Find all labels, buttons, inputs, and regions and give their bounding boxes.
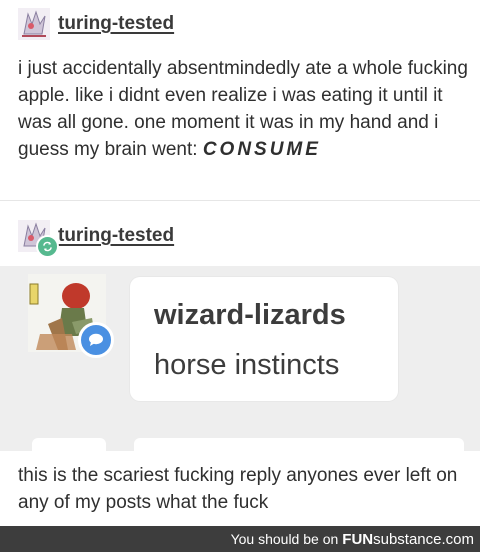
post-divider bbox=[0, 200, 480, 201]
reply-card: wizard-lizards horse instincts bbox=[130, 277, 398, 401]
chat-bubble-icon bbox=[78, 322, 114, 358]
footer-brand-bold: FUN bbox=[342, 530, 374, 548]
post-header: turing-tested bbox=[18, 8, 174, 40]
watermark-footer: You should be on FUN substance.com bbox=[0, 526, 480, 552]
reblog-header: turing-tested bbox=[18, 220, 174, 258]
reblog-username[interactable]: turing-tested bbox=[58, 225, 174, 247]
footer-brand-rest: substance.com bbox=[373, 530, 474, 548]
post-text: i just accidentally absentmindedly ate a… bbox=[18, 55, 468, 163]
post-text-emphasis: CONSUME bbox=[202, 139, 321, 160]
reblog-icon bbox=[36, 235, 59, 258]
next-reply-avatar-stub bbox=[32, 438, 106, 452]
user-avatar[interactable] bbox=[18, 220, 59, 258]
reblog-text: this is the scariest fucking reply anyon… bbox=[18, 465, 458, 513]
next-reply-card-stub bbox=[134, 438, 464, 452]
reply-username[interactable]: wizard-lizards bbox=[154, 299, 346, 332]
footer-prefix: You should be on bbox=[230, 531, 339, 547]
post-username[interactable]: turing-tested bbox=[58, 13, 174, 35]
reply-text: horse instincts bbox=[154, 349, 340, 381]
user-avatar[interactable] bbox=[18, 8, 50, 40]
